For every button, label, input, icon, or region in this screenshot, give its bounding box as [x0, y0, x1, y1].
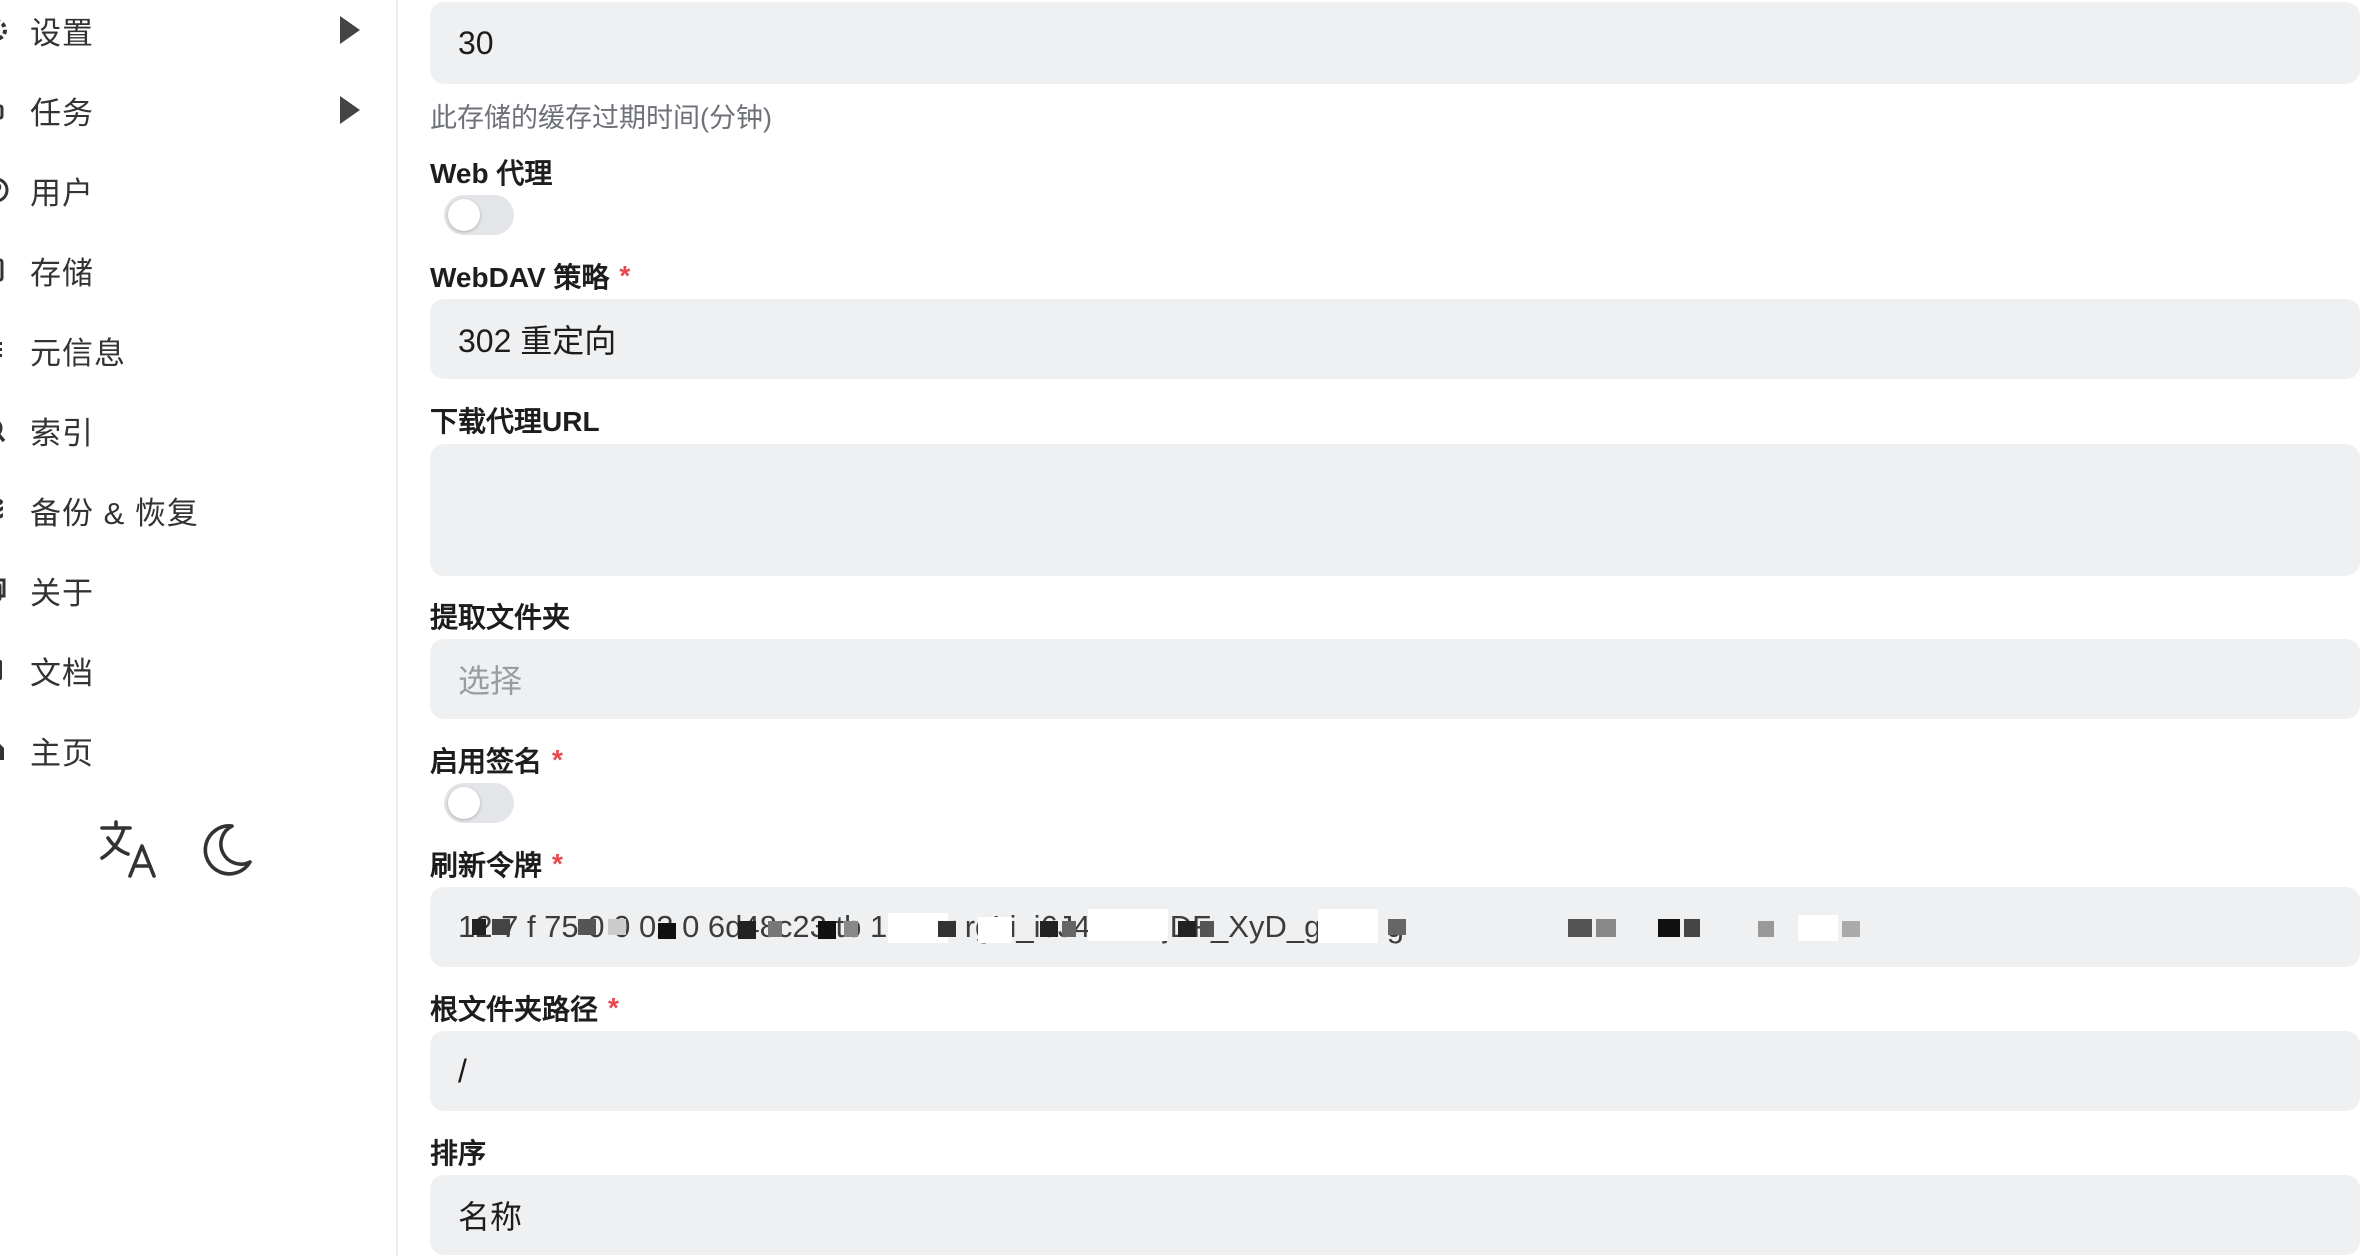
- sidebar-item-label: 备份 & 恢复: [30, 495, 199, 531]
- chevron-right-icon: [340, 96, 360, 124]
- moon-icon[interactable]: [192, 818, 256, 882]
- required-asterisk: *: [552, 744, 563, 775]
- sidebar: 设置 任务 用户 存储 元信息 索引 备份 & 恢复 关于 文档 主页: [0, 0, 398, 1256]
- refresh-token-label: 刷新令牌 *: [430, 844, 563, 884]
- order-by-label-text: 排序: [430, 1138, 487, 1169]
- sidebar-item-docs[interactable]: 文档: [0, 630, 398, 710]
- sidebar-item-label: 主页: [30, 735, 94, 771]
- toggle-knob: [448, 199, 480, 231]
- chevron-right-icon: [340, 16, 360, 44]
- sidebar-item-storage[interactable]: 存储: [0, 230, 398, 310]
- root-folder-path-label: 根文件夹路径 *: [430, 988, 619, 1028]
- cache-expiration-help: 此存储的缓存过期时间(分钟): [430, 103, 772, 133]
- database-icon: [0, 495, 16, 525]
- root-folder-path-input[interactable]: /: [430, 1031, 2360, 1111]
- enable-sign-label-text: 启用签名: [430, 746, 543, 777]
- sidebar-item-users[interactable]: 用户: [0, 150, 398, 230]
- root-folder-path-label-text: 根文件夹路径: [430, 994, 599, 1025]
- sidebar-item-label: 文档: [30, 655, 94, 691]
- required-asterisk: *: [619, 260, 631, 291]
- order-by-select[interactable]: 名称: [430, 1175, 2360, 1255]
- meta-icon: [0, 335, 16, 365]
- sidebar-item-label: 关于: [30, 575, 94, 611]
- sidebar-item-backup-restore[interactable]: 备份 & 恢复: [0, 470, 398, 550]
- gear-icon: [0, 15, 16, 45]
- sidebar-item-settings[interactable]: 设置: [0, 0, 398, 70]
- sidebar-item-label: 元信息: [30, 335, 126, 371]
- extract-folder-select[interactable]: 选择: [430, 639, 2360, 719]
- sidebar-item-label: 用户: [30, 175, 94, 211]
- enable-sign-label: 启用签名 *: [430, 740, 563, 780]
- sidebar-item-meta[interactable]: 元信息: [0, 310, 398, 390]
- download-proxy-url-label: 下载代理URL: [430, 400, 600, 440]
- web-proxy-toggle[interactable]: [444, 195, 514, 235]
- task-icon: [0, 95, 16, 125]
- download-proxy-url-label-text: 下载代理URL: [430, 406, 600, 437]
- storage-edit-form: 30 此存储的缓存过期时间(分钟) Web 代理 WebDAV 策略 * 302…: [400, 0, 2360, 1256]
- sidebar-item-label: 设置: [30, 15, 94, 51]
- refresh-token-label-text: 刷新令牌: [430, 850, 543, 881]
- extract-folder-label-text: 提取文件夹: [430, 602, 571, 633]
- sidebar-item-index[interactable]: 索引: [0, 390, 398, 470]
- sidebar-item-home[interactable]: 主页: [0, 710, 398, 790]
- sidebar-item-label: 任务: [30, 95, 94, 131]
- sidebar-item-label: 存储: [30, 255, 94, 291]
- user-icon: [0, 175, 16, 205]
- refresh-token-value: 12 7 f 75 0 0 02 0 6d48c23 tb 1 X Kr rgL…: [458, 909, 1860, 945]
- sidebar-item-label: 索引: [30, 415, 94, 451]
- enable-sign-toggle[interactable]: [444, 783, 514, 823]
- redaction-overlay: [458, 909, 1918, 945]
- required-asterisk: *: [552, 848, 563, 879]
- webdav-policy-label-text: WebDAV 策略: [430, 262, 610, 293]
- book-icon: [0, 655, 16, 685]
- copy-icon: [0, 575, 16, 605]
- webdav-policy-select[interactable]: 302 重定向: [430, 299, 2360, 379]
- order-by-label: 排序: [430, 1132, 486, 1172]
- home-icon: [0, 735, 16, 765]
- required-asterisk: *: [608, 992, 619, 1023]
- cache-expiration-input[interactable]: 30: [430, 2, 2360, 84]
- sidebar-item-tasks[interactable]: 任务: [0, 70, 398, 150]
- web-proxy-label: Web 代理: [430, 152, 552, 192]
- storage-icon: [0, 255, 16, 285]
- sidebar-bottom-toolbar: [96, 818, 256, 882]
- web-proxy-label-text: Web 代理: [430, 158, 553, 189]
- download-proxy-url-textarea[interactable]: [430, 444, 2360, 576]
- webdav-policy-label: WebDAV 策略 *: [430, 256, 630, 296]
- search-icon: [0, 415, 16, 445]
- extract-folder-label: 提取文件夹: [430, 596, 570, 636]
- sidebar-item-about[interactable]: 关于: [0, 550, 398, 630]
- toggle-knob: [448, 787, 480, 819]
- refresh-token-input[interactable]: 12 7 f 75 0 0 02 0 6d48c23 tb 1 X Kr rgL…: [430, 887, 2360, 967]
- translate-icon[interactable]: [96, 818, 160, 882]
